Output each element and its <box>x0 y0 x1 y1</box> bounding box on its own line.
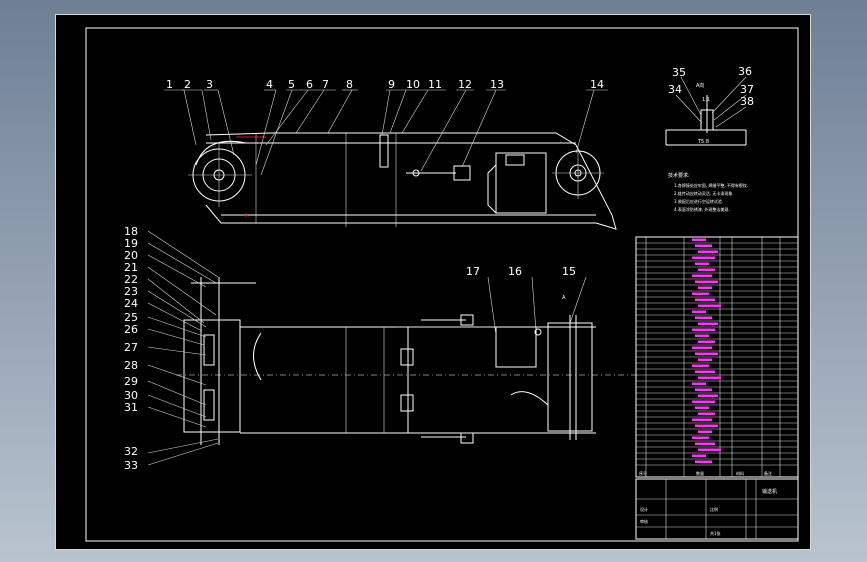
part-label: 36 <box>738 65 752 78</box>
bom-row-mark <box>695 352 718 355</box>
bom-rows <box>636 238 798 466</box>
part-label: 14 <box>590 78 604 91</box>
bom-row-mark <box>692 400 715 403</box>
bom-row-mark <box>695 334 709 337</box>
bom-row-mark <box>698 322 718 325</box>
part-label: 29 <box>124 375 138 388</box>
bom-row-mark <box>698 376 721 379</box>
bom-row-mark <box>695 442 715 445</box>
bom-row-mark <box>695 406 709 409</box>
bom-row-mark <box>698 250 718 253</box>
bom-row-mark <box>695 298 715 301</box>
bom-header-remark: 备注 <box>764 470 772 476</box>
part-label: 31 <box>124 401 138 414</box>
part-label: 35 <box>672 66 686 79</box>
part-label: 12 <box>458 78 472 91</box>
bom-row-mark <box>698 358 712 361</box>
parts-list-table: 序号 数量 材料 备注 <box>635 236 799 478</box>
drawing-frame <box>85 27 799 542</box>
part-label: 16 <box>508 265 522 278</box>
part-label: 1 <box>166 78 173 91</box>
note-line: 3.装配后应进行空运转试验. <box>674 198 723 204</box>
detail-view-a: 35 34 36 37 38 A向 1:1 T5.8 <box>665 65 754 146</box>
bom-header-qty: 数量 <box>696 470 704 476</box>
part-label: 2 <box>184 78 191 91</box>
bom-row-mark <box>692 292 709 295</box>
part-label: 3 <box>206 78 213 91</box>
part-label: 28 <box>124 359 138 372</box>
bom-row-mark <box>698 430 712 433</box>
technical-notes: 技术要求: 1.各焊接处应牢固, 焊缝平整, 不得有裂纹. 2.链传动应转动灵活… <box>668 172 748 212</box>
bom-row-mark <box>692 364 709 367</box>
bom-row-mark <box>698 304 721 307</box>
part-label: 5 <box>288 78 295 91</box>
bom-row-mark <box>695 244 712 247</box>
part-label: 34 <box>668 83 682 96</box>
bom-header-seq: 序号 <box>639 470 647 476</box>
detail-scale: 1:1 <box>702 97 710 103</box>
bom-row-mark <box>698 268 715 271</box>
detail-base-label: T5.8 <box>697 139 709 145</box>
bom-row-mark <box>692 328 715 331</box>
part-label: 27 <box>124 341 138 354</box>
part-label: 38 <box>740 95 754 108</box>
plan-view <box>176 277 636 445</box>
detail-title: A向 <box>696 82 704 89</box>
part-label: 7 <box>322 78 329 91</box>
part-label: 8 <box>346 78 353 91</box>
part-label: 11 <box>428 78 442 91</box>
bom-row-mark <box>692 346 712 349</box>
part-labels-top: 1 2 3 4 5 6 7 8 9 10 11 12 13 14 <box>166 78 604 91</box>
cad-viewport[interactable]: 1 2 3 4 5 6 7 8 9 10 11 12 13 14 18 19 2… <box>55 14 811 550</box>
part-label: 10 <box>406 78 420 91</box>
bom-row-mark <box>692 238 706 241</box>
bom-row-mark <box>698 340 715 343</box>
bom-row-mark <box>695 388 712 391</box>
bom-row-mark <box>695 262 709 265</box>
bom-row-mark <box>692 436 709 439</box>
title-block-check: 审核 <box>640 518 648 524</box>
bom-row-mark <box>692 454 706 457</box>
part-label: 24 <box>124 297 138 310</box>
title-block-design: 设计 <box>640 506 648 512</box>
bom-row-mark <box>698 412 715 415</box>
part-label: 26 <box>124 323 138 336</box>
side-view <box>188 132 617 230</box>
title-block-scale: 比例 <box>710 506 718 512</box>
part-label: 13 <box>490 78 504 91</box>
title-block: 输送机 设计 审核 比例 共1张 <box>635 478 799 540</box>
bom-row-mark <box>692 274 712 277</box>
bom-row-mark <box>695 424 718 427</box>
part-label: 6 <box>306 78 313 91</box>
part-label: 15 <box>562 265 576 278</box>
bom-row-mark <box>695 460 712 463</box>
bom-row-mark <box>692 382 706 385</box>
bom-row-mark <box>695 316 712 319</box>
bom-row-mark <box>698 448 721 451</box>
bom-row-mark <box>698 394 718 397</box>
note-line: 2.链传动应转动灵活, 无卡滞现象. <box>674 190 734 196</box>
note-line: 4.表面涂防锈漆, 外观整洁美观. <box>674 206 730 212</box>
view-marker: A <box>562 295 566 301</box>
drawing-canvas: 1 2 3 4 5 6 7 8 9 10 11 12 13 14 18 19 2… <box>85 27 799 542</box>
title-block-name: 输送机 <box>762 488 777 495</box>
bom-row-mark <box>698 286 712 289</box>
part-label: 17 <box>466 265 480 278</box>
bom-row-mark <box>695 280 718 283</box>
note-line: 1.各焊接处应牢固, 焊缝平整, 不得有裂纹. <box>674 182 748 188</box>
part-label: 32 <box>124 445 138 458</box>
part-label: 9 <box>388 78 395 91</box>
bom-row-mark <box>692 310 706 313</box>
part-label: 4 <box>266 78 273 91</box>
title-block-sheet: 共1张 <box>710 530 721 536</box>
part-labels-plan: 18 19 20 21 22 23 24 25 26 27 28 29 30 3… <box>124 225 576 472</box>
bom-row-mark <box>692 256 715 259</box>
bom-header-material: 材料 <box>736 470 744 476</box>
notes-title: 技术要求: <box>668 172 690 179</box>
part-label: 33 <box>124 459 138 472</box>
bom-row-mark <box>695 370 715 373</box>
bom-row-mark <box>692 418 712 421</box>
